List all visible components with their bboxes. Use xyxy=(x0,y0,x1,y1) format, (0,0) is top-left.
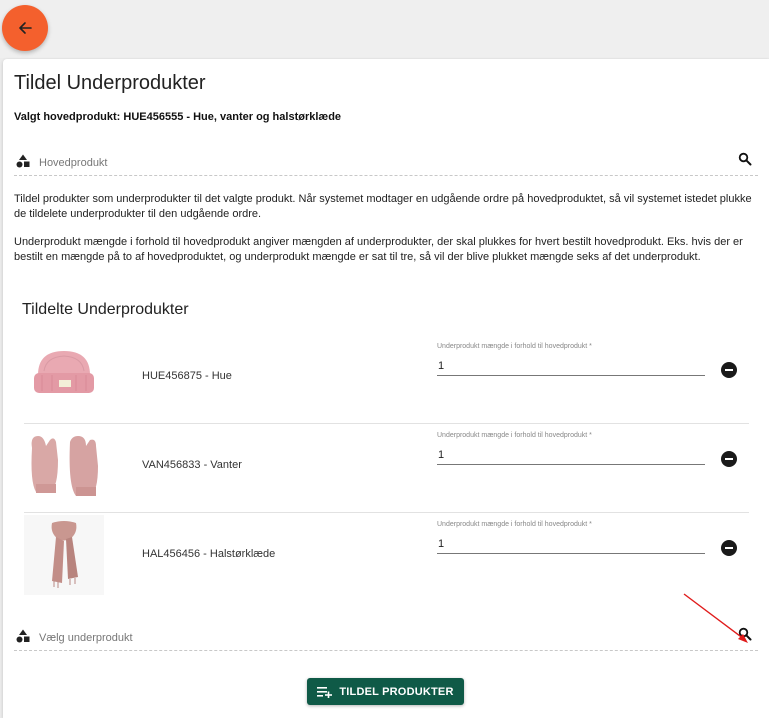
page-title: Tildel Underprodukter xyxy=(14,72,206,94)
product-image-beanie xyxy=(24,337,104,417)
main-product-lookup[interactable]: Hovedprodukt xyxy=(14,149,758,176)
subproduct-lookup-placeholder: Vælg underprodukt xyxy=(39,632,133,644)
assign-products-button[interactable]: TILDEL PRODUKTER xyxy=(307,678,464,705)
search-icon[interactable] xyxy=(738,152,752,166)
quantity-field[interactable] xyxy=(437,535,705,554)
selected-main-product: Valgt hovedprodukt: HUE456555 - Hue, van… xyxy=(14,111,342,123)
quantity-field[interactable] xyxy=(437,446,705,465)
subproduct-sku: HUE456875 - Hue xyxy=(142,370,232,382)
list-item: VAN456833 - Vanter Underprodukt mængde i… xyxy=(24,424,749,513)
subproduct-lookup[interactable]: Vælg underprodukt xyxy=(14,624,758,651)
product-image-mittens xyxy=(24,426,104,506)
list-item: HUE456875 - Hue Underprodukt mængde i fo… xyxy=(24,335,749,424)
quantity-label: Underprodukt mængde i forhold til hovedp… xyxy=(437,432,592,439)
annotation-arrow xyxy=(683,593,748,643)
quantity-label: Underprodukt mængde i forhold til hovedp… xyxy=(437,343,592,350)
playlist-add-icon xyxy=(317,686,333,698)
arrow-left-icon xyxy=(19,22,32,34)
category-shapes-icon xyxy=(16,629,30,643)
back-button[interactable] xyxy=(2,5,48,51)
subproduct-sku: HAL456456 - Halstørklæde xyxy=(142,548,276,560)
remove-subproduct-button[interactable] xyxy=(721,451,737,467)
quantity-field[interactable] xyxy=(437,357,705,376)
category-shapes-icon xyxy=(16,154,30,168)
assign-subproducts-card: Tildel Underprodukter Valgt hovedprodukt… xyxy=(3,59,769,718)
remove-subproduct-button[interactable] xyxy=(721,362,737,378)
product-image-scarf xyxy=(24,515,104,595)
subproduct-sku: VAN456833 - Vanter xyxy=(142,459,242,471)
list-item: HAL456456 - Halstørklæde Underprodukt mæ… xyxy=(24,513,749,601)
quantity-label: Underprodukt mængde i forhold til hovedp… xyxy=(437,521,592,528)
assigned-subproducts-heading: Tildelte Underprodukter xyxy=(22,301,189,318)
top-bar xyxy=(0,0,769,58)
assign-products-label: TILDEL PRODUKTER xyxy=(339,685,454,698)
main-product-lookup-placeholder: Hovedprodukt xyxy=(39,157,108,169)
description-paragraph-1: Tildel produkter som underprodukter til … xyxy=(14,193,752,220)
remove-subproduct-button[interactable] xyxy=(721,540,737,556)
description-paragraph-2: Underprodukt mængde i forhold til hovedp… xyxy=(14,236,743,263)
